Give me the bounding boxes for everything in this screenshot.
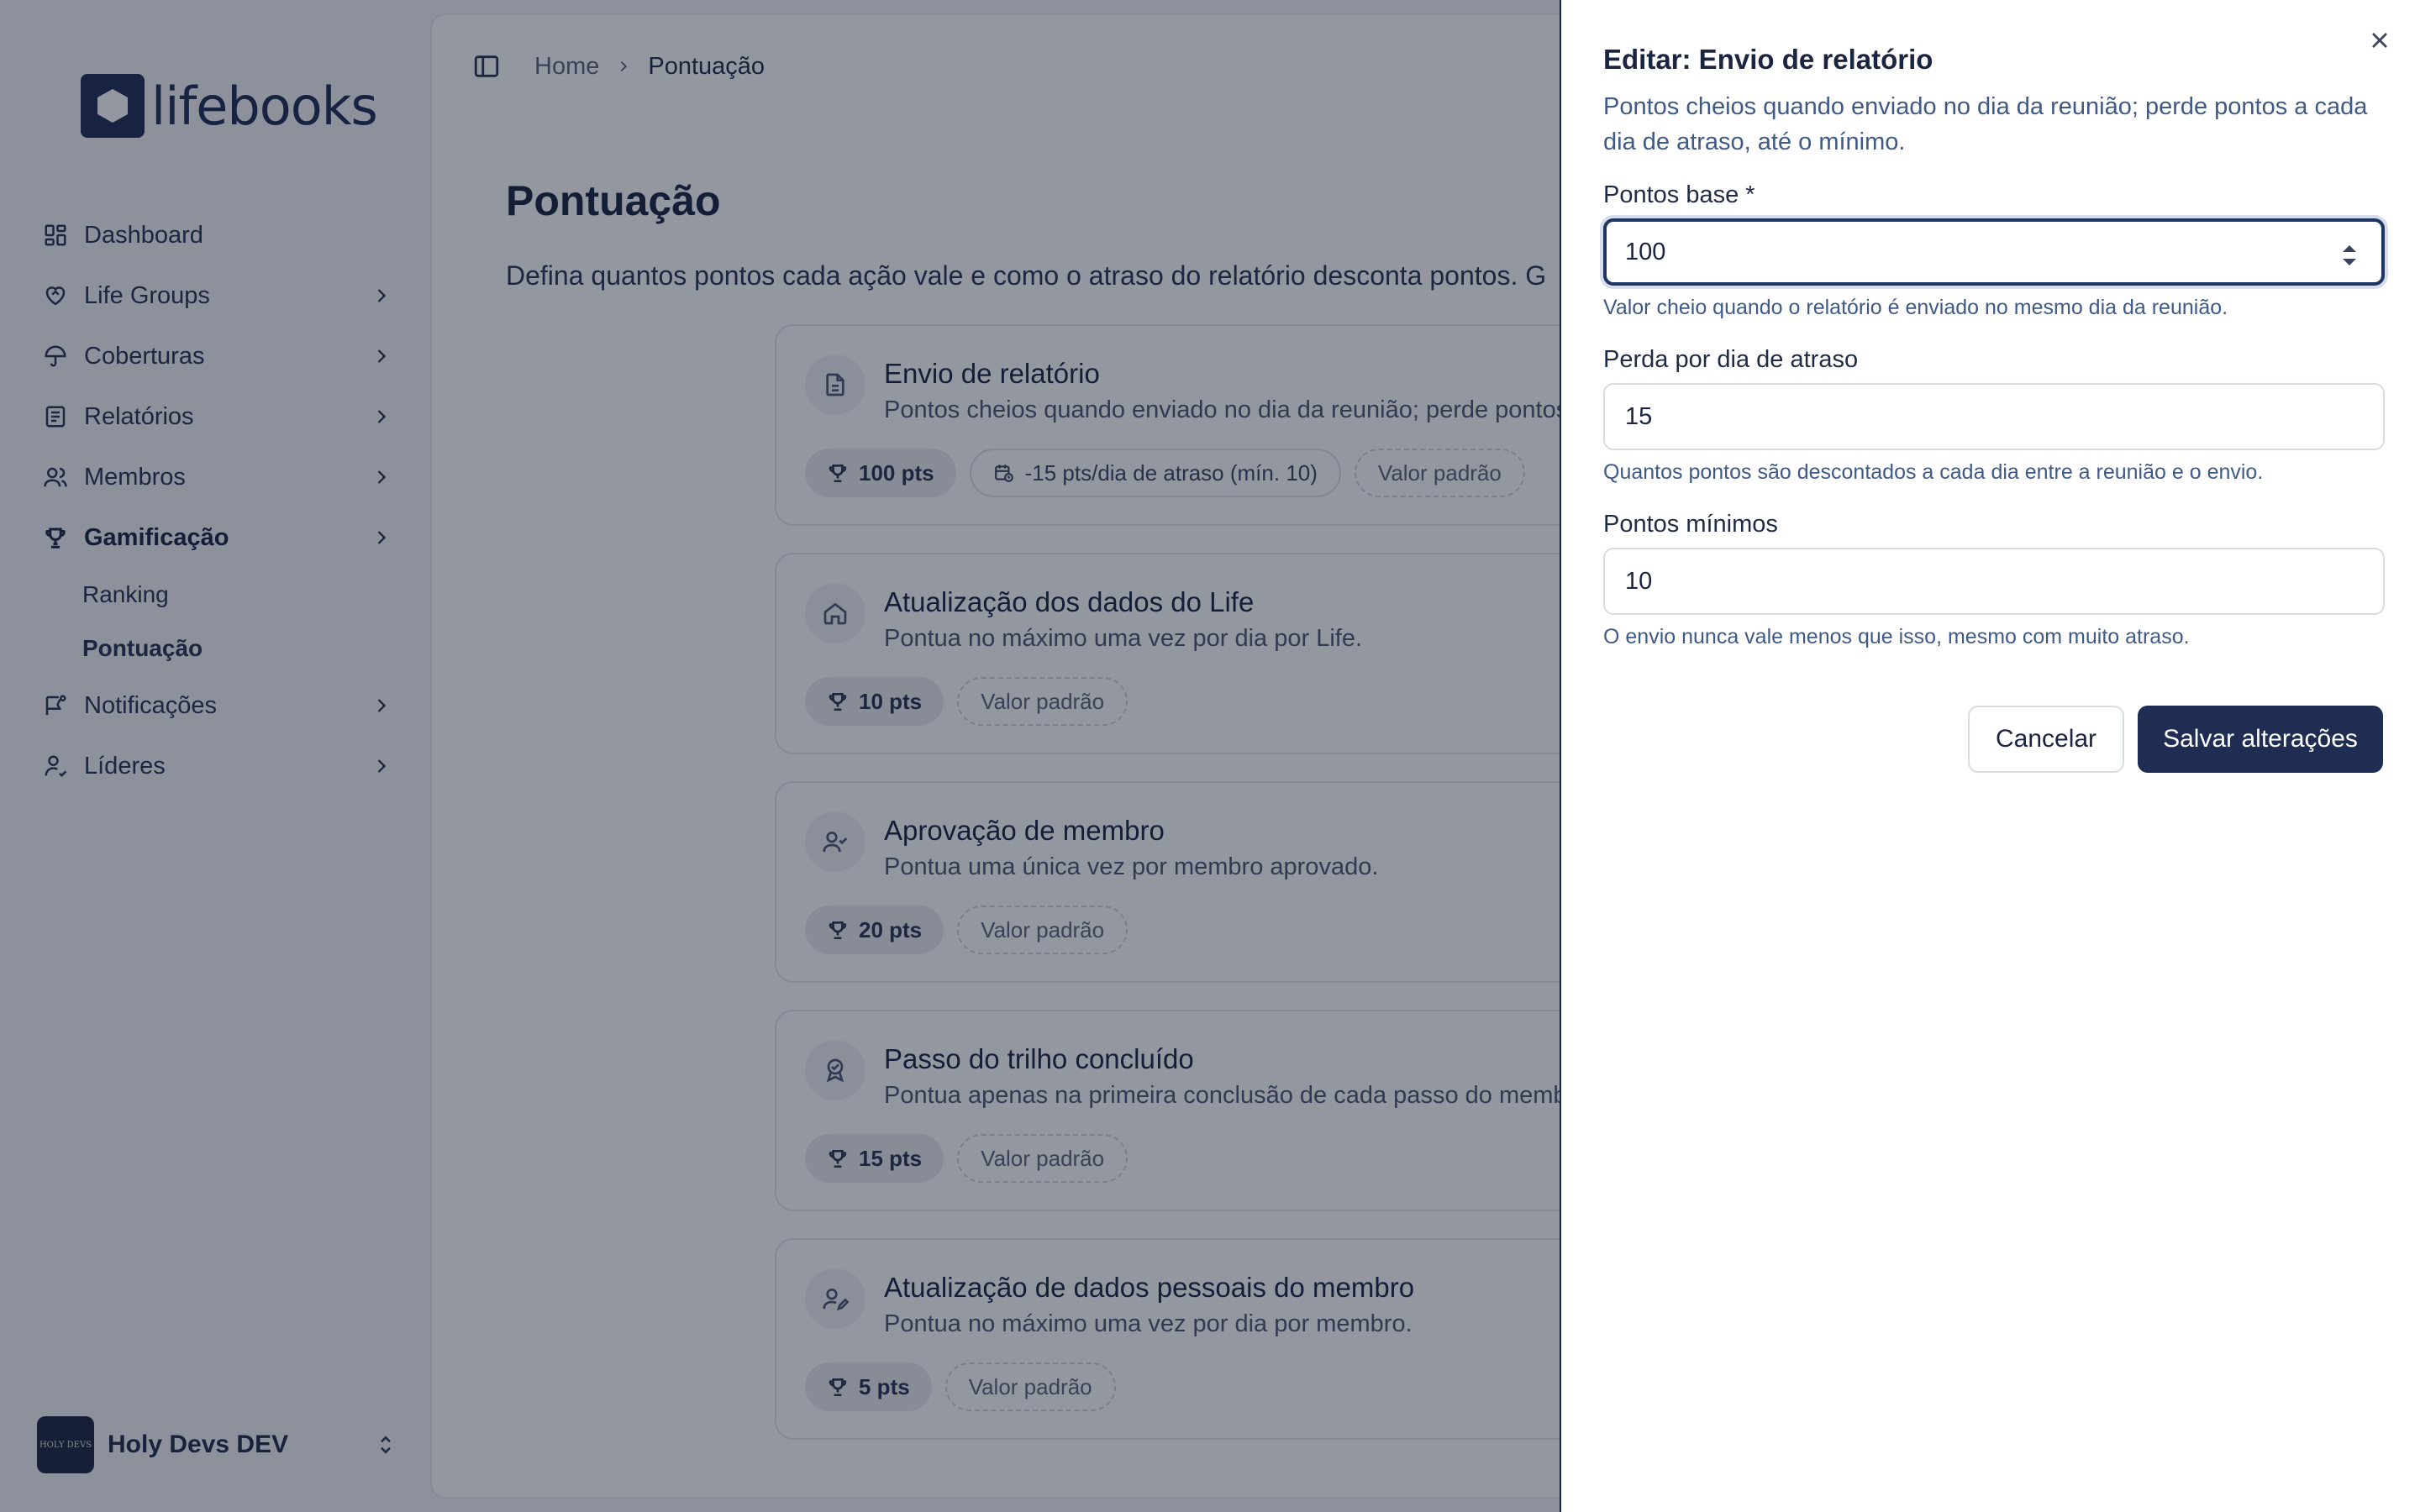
edit-drawer: Editar: Envio de relatório Pontos cheios…	[1560, 0, 2420, 1512]
min-points-label: Pontos mínimos	[1603, 511, 1778, 538]
delay-loss-value: 15	[1625, 402, 1653, 430]
base-points-label: Pontos base *	[1603, 181, 1755, 208]
min-points-help: O envio nunca vale menos que isso, mesmo…	[1603, 625, 2190, 648]
cancel-button[interactable]: Cancelar	[1968, 706, 2124, 773]
base-points-help: Valor cheio quando o relatório é enviado…	[1603, 296, 2228, 319]
base-points-value: 100	[1625, 238, 1666, 265]
delay-loss-input[interactable]: 15	[1603, 383, 2385, 450]
number-stepper-icon[interactable]	[2338, 240, 2361, 270]
delay-loss-help: Quantos pontos são descontados a cada di…	[1603, 460, 2264, 484]
drawer-description: Pontos cheios quando enviado no dia da r…	[1603, 93, 2368, 155]
min-points-input[interactable]: 10	[1603, 548, 2385, 615]
min-points-value: 10	[1625, 567, 1653, 595]
save-button[interactable]: Salvar alterações	[2138, 706, 2383, 773]
base-points-input[interactable]: 100	[1603, 218, 2385, 286]
drawer-title: Editar: Envio de relatório	[1603, 44, 1933, 75]
delay-loss-label: Perda por dia de atraso	[1603, 346, 1859, 373]
close-icon[interactable]	[2366, 27, 2393, 54]
